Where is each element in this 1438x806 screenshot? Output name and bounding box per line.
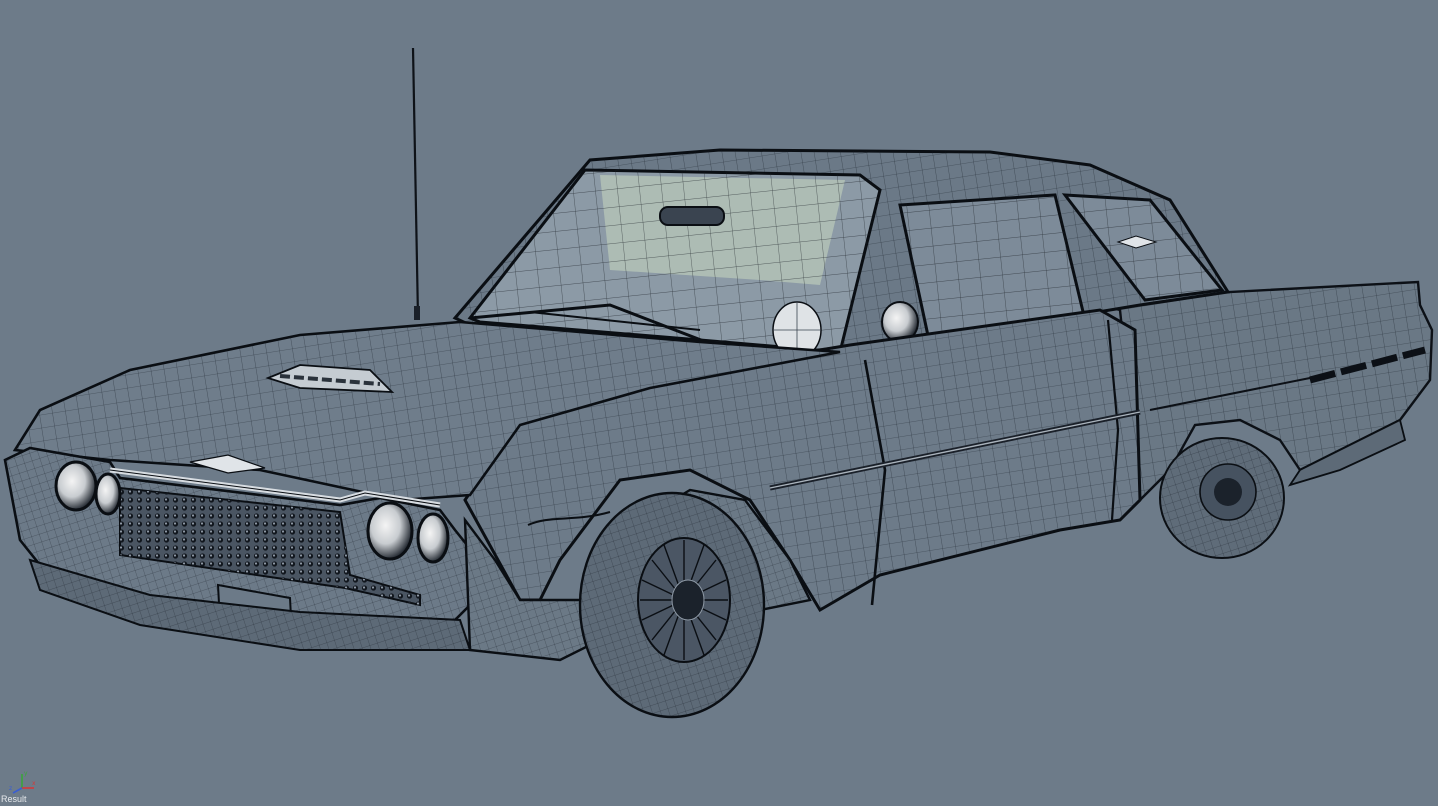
rear-wheel xyxy=(1159,437,1285,559)
z-axis-line xyxy=(12,787,23,794)
wireframe-car-model[interactable] xyxy=(0,0,1438,806)
3d-viewport[interactable]: y x z Result xyxy=(0,0,1438,806)
antenna xyxy=(411,47,420,320)
y-axis-label: y xyxy=(24,770,28,777)
front-wheel xyxy=(578,491,766,719)
viewport-label: Result xyxy=(1,794,27,804)
x-axis-label: x xyxy=(32,780,36,787)
z-axis-label: z xyxy=(9,785,12,792)
axis-gizmo-icon: y x z xyxy=(9,770,36,794)
